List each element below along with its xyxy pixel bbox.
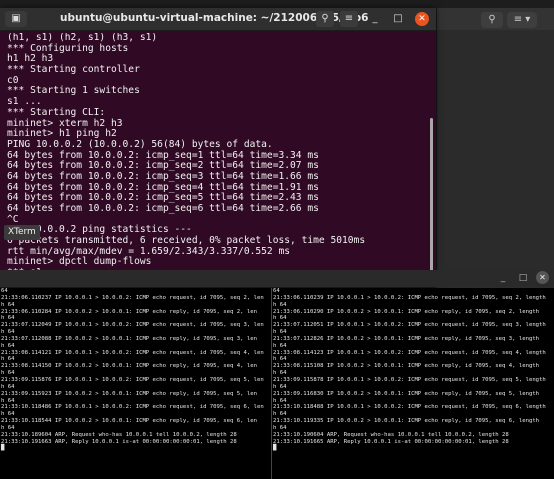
xterm-title-bar: _ □ ✕ xyxy=(0,270,554,287)
xterm-line: h 64 xyxy=(273,315,287,322)
xterm-line: h 64 xyxy=(1,424,15,431)
xterm-line: 21:33:10.118486 IP 10.0.0.1 > 10.0.0.2: … xyxy=(1,404,264,411)
xterm-line: █ xyxy=(273,445,277,452)
xterm-line: 21:33:07.112088 IP 10.0.0.2 > 10.0.0.1: … xyxy=(1,335,257,342)
terminal-line: 64 bytes from 10.0.0.2: icmp_seq=6 ttl=6… xyxy=(7,203,319,214)
maximize-icon[interactable]: □ xyxy=(516,271,530,285)
xterm-line: h 64 xyxy=(1,329,15,336)
search-icon[interactable]: ⚲ xyxy=(316,11,334,27)
xterm-line: h 64 xyxy=(273,370,287,377)
xterm-line: 21:33:10.190604 ARP, Request who-has 10.… xyxy=(273,431,509,438)
terminal-line: PING 10.0.0.2 (10.0.0.2) 56(84) bytes of… xyxy=(7,138,273,150)
xterm-line: h 64 xyxy=(1,315,15,322)
xterm-line: 21:33:10.191663 ARP, Reply 10.0.0.1 is-a… xyxy=(1,438,237,445)
xterm-line: 21:33:06.110290 IP 10.0.0.2 > 10.0.0.1: … xyxy=(273,308,540,315)
xterm-line: 21:33:08.114121 IP 10.0.0.1 > 10.0.0.2: … xyxy=(1,349,264,356)
xterm-line: 21:33:09.115878 IP 10.0.0.1 > 10.0.0.2: … xyxy=(273,376,546,383)
background-window-header: ⚲ ≡ ▾ xyxy=(437,8,554,30)
xterm-line: 21:33:09.115876 IP 10.0.0.1 > 10.0.0.2: … xyxy=(1,376,264,383)
xterm-line: █ xyxy=(1,445,5,452)
terminal-output[interactable]: (h1, s1) (h2, s1) (h3, s1) *** Configurin… xyxy=(7,33,427,285)
xterm-line: h 64 xyxy=(273,342,287,349)
xterm-line: 21:33:07.112826 IP 10.0.0.2 > 10.0.0.1: … xyxy=(273,335,540,342)
desktop-top-bar xyxy=(0,0,554,8)
hamburger-menu-icon[interactable]: ≡ ▾ xyxy=(507,12,537,28)
xterm-h2-output[interactable]: 64 21:33:06.110237 IP 10.0.0.1 > 10.0.0.2… xyxy=(0,288,272,479)
terminal-header-bar: ▣ ubuntu@ubuntu-virtual-machine: ~/21200… xyxy=(0,8,436,31)
xterm-line: 21:33:06.110284 IP 10.0.0.2 > 10.0.0.1: … xyxy=(1,308,257,315)
xterm-line: h 64 xyxy=(273,301,287,308)
maximize-icon[interactable]: □ xyxy=(391,12,405,26)
close-icon[interactable]: ✕ xyxy=(415,12,429,26)
xterm-line: h 64 xyxy=(1,383,15,390)
xterm-line: 21:33:09.116830 IP 10.0.0.2 > 10.0.0.1: … xyxy=(273,390,540,397)
xterm-line: h 64 xyxy=(1,397,15,404)
xterm-line: h 64 xyxy=(273,329,287,336)
terminal-line: *** Starting CLI: xyxy=(7,106,106,118)
hamburger-menu-icon[interactable]: ≡ xyxy=(340,11,358,27)
terminal-line: *** Starting controller xyxy=(7,64,140,76)
xterm-line: 21:33:07.112049 IP 10.0.0.1 > 10.0.0.2: … xyxy=(1,322,264,329)
xterm-line: 21:33:06.110237 IP 10.0.0.1 > 10.0.0.2: … xyxy=(1,294,264,301)
close-icon[interactable]: ✕ xyxy=(536,271,549,284)
xterm-line: 21:33:10.119335 IP 10.0.0.2 > 10.0.0.1: … xyxy=(273,418,540,425)
xterm-line: h 64 xyxy=(273,356,287,363)
gnome-terminal-window: ▣ ubuntu@ubuntu-virtual-machine: ~/21200… xyxy=(0,8,436,288)
xterm-line: h 64 xyxy=(273,424,287,431)
xterm-line: 21:33:07.112051 IP 10.0.0.1 > 10.0.0.2: … xyxy=(273,322,546,329)
xterm-line: 21:33:10.118544 IP 10.0.0.2 > 10.0.0.1: … xyxy=(1,418,257,425)
xterm-line: h 64 xyxy=(273,411,287,418)
xterm-line: 21:33:10.189604 ARP, Request who-has 10.… xyxy=(1,431,237,438)
xterm-line: h 64 xyxy=(1,301,15,308)
xterm-line: h 64 xyxy=(273,383,287,390)
xterm-line: 21:33:09.115923 IP 10.0.0.2 > 10.0.0.1: … xyxy=(1,390,257,397)
xterm-line: 21:33:08.114150 IP 10.0.0.2 > 10.0.0.1: … xyxy=(1,363,257,370)
minimize-icon[interactable]: _ xyxy=(496,271,510,285)
xterm-line: h 64 xyxy=(1,411,15,418)
xterm-tooltip: XTerm xyxy=(4,225,40,240)
search-icon[interactable]: ⚲ xyxy=(481,12,503,28)
xterm-h3-output[interactable]: 64 21:33:06.110239 IP 10.0.0.1 > 10.0.0.2… xyxy=(272,288,554,479)
background-terminal-window: ⚲ ≡ ▾ xyxy=(436,8,554,270)
xterm-line: 64 xyxy=(273,288,280,294)
terminal-line: *** Configuring hosts xyxy=(7,42,129,54)
terminal-line: *** Starting 1 switches xyxy=(7,85,140,97)
xterm-line: 64 xyxy=(1,288,8,294)
xterm-line: 21:33:06.110239 IP 10.0.0.1 > 10.0.0.2: … xyxy=(273,294,546,301)
xterm-line: 21:33:08.114123 IP 10.0.0.1 > 10.0.0.2: … xyxy=(273,349,546,356)
xterm-line: 21:33:10.191665 ARP, Reply 10.0.0.1 is-a… xyxy=(273,438,509,445)
window-title: ubuntu@ubuntu-virtual-machine: ~/2120061… xyxy=(60,12,369,24)
xterm-line: 21:33:10.118488 IP 10.0.0.1 > 10.0.0.2: … xyxy=(273,404,546,411)
minimize-icon[interactable]: _ xyxy=(368,12,382,26)
xterm-line: h 64 xyxy=(1,370,15,377)
xterm-line: h 64 xyxy=(273,397,287,404)
xterm-line: h 64 xyxy=(1,342,15,349)
new-tab-icon[interactable]: ▣ xyxy=(5,11,27,27)
xterm-line: 21:33:08.115108 IP 10.0.0.2 > 10.0.0.1: … xyxy=(273,363,540,370)
xterm-line: h 64 xyxy=(1,356,15,363)
terminal-scrollbar[interactable] xyxy=(430,118,433,286)
